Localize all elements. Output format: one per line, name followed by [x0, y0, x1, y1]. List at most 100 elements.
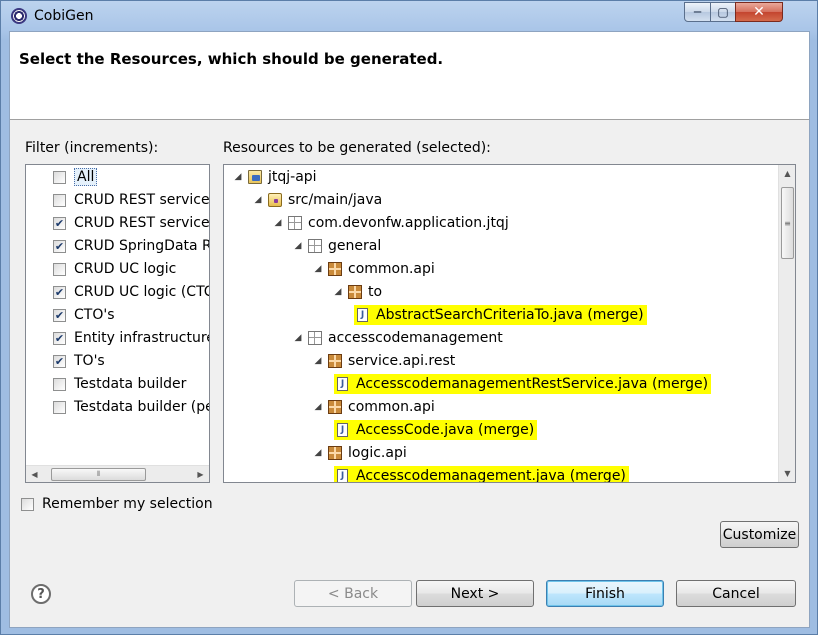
minimize-button[interactable]: ─ — [684, 2, 711, 22]
filter-item[interactable]: ✔ TO's — [53, 350, 105, 372]
filter-item[interactable]: CRUD REST services — [53, 189, 210, 211]
finish-button[interactable]: Finish — [546, 580, 664, 607]
filter-item[interactable]: Testdata builder — [53, 373, 186, 395]
resources-label: Resources to be generated (selected): — [223, 140, 491, 156]
tree-node-label: general — [328, 238, 382, 254]
tree-node[interactable]: J AccessCode.java (merge) — [334, 419, 538, 441]
filter-item[interactable]: Testdata builder (pe — [53, 396, 209, 418]
tree-node[interactable]: ◢ to — [332, 281, 383, 303]
highlighted-resource: J AccessCode.java (merge) — [334, 420, 538, 440]
expand-arrow-icon[interactable]: ◢ — [312, 402, 324, 412]
filter-label: Filter (increments): — [25, 140, 159, 156]
tree-node-label: Accesscodemanagement.java (merge) — [356, 468, 626, 483]
filter-item-label: All — [74, 168, 98, 186]
package-icon — [328, 400, 342, 414]
filter-item[interactable]: ✔ CRUD REST services — [53, 212, 210, 234]
empty-package-icon — [308, 331, 322, 345]
back-button[interactable]: < Back — [294, 580, 412, 607]
filter-item[interactable]: ✔ CRUD UC logic (CTC — [53, 281, 210, 303]
filter-checkbox[interactable]: ✔ — [53, 239, 66, 253]
filter-item[interactable]: ✔ CRUD SpringData R — [53, 235, 210, 257]
tree-node[interactable]: ◢ accesscodemanagement — [292, 327, 503, 349]
highlighted-resource: J AbstractSearchCriteriaTo.java (merge) — [354, 305, 647, 325]
expand-arrow-icon[interactable]: ◢ — [292, 333, 304, 343]
filter-checkbox[interactable] — [53, 377, 66, 391]
expand-arrow-icon[interactable]: ◢ — [312, 356, 324, 366]
scroll-down-icon[interactable]: ▼ — [779, 465, 795, 482]
page-title: Select the Resources, which should be ge… — [19, 50, 444, 68]
expand-arrow-icon[interactable]: ◢ — [312, 264, 324, 274]
package-icon — [328, 262, 342, 276]
scroll-left-icon[interactable]: ◀ — [26, 466, 43, 482]
close-button[interactable]: ✕ — [735, 2, 783, 22]
expand-arrow-icon[interactable]: ◢ — [332, 287, 344, 297]
filter-checkbox[interactable] — [53, 262, 66, 276]
next-button[interactable]: Next > — [416, 580, 534, 607]
tree-node-label: AccesscodemanagementRestService.java (me… — [356, 376, 709, 392]
filter-item-label: CRUD UC logic (CTC — [74, 284, 210, 300]
remember-label: Remember my selection — [42, 496, 213, 512]
tree-node-label: accesscodemanagement — [328, 330, 503, 346]
tree-node[interactable]: ◢ common.api — [312, 396, 435, 418]
maximize-button[interactable]: ▢ — [710, 2, 736, 22]
expand-arrow-icon[interactable]: ◢ — [232, 172, 244, 182]
expand-arrow-icon[interactable]: ◢ — [292, 241, 304, 251]
dialog-body: Select the Resources, which should be ge… — [9, 31, 810, 628]
filter-checkbox[interactable] — [53, 170, 66, 184]
tree-node[interactable]: ◢ jtqj-api — [232, 166, 317, 188]
filter-horizontal-scrollbar[interactable]: ◀ ⦀ ▶ — [26, 465, 209, 482]
tree-node-label: service.api.rest — [348, 353, 456, 369]
filter-item-label: CRUD UC logic — [74, 261, 177, 277]
filter-checkbox[interactable] — [53, 400, 66, 414]
tree-node[interactable]: ◢ src/main/java — [252, 189, 383, 211]
filter-list[interactable]: All CRUD REST services ✔ CRUD REST services… — [25, 164, 210, 483]
highlighted-resource: J AccesscodemanagementRestService.java (m… — [334, 374, 712, 394]
expand-arrow-icon[interactable]: ◢ — [272, 218, 284, 228]
title-bar[interactable]: CobiGen ─ ▢ ✕ — [1, 1, 817, 31]
filter-item-label: TO's — [74, 353, 105, 369]
scrollbar-thumb[interactable]: ≡ — [781, 187, 794, 259]
tree-node[interactable]: J AccesscodemanagementRestService.java (m… — [334, 373, 712, 395]
filter-checkbox[interactable]: ✔ — [53, 354, 66, 368]
tree-node[interactable]: J AbstractSearchCriteriaTo.java (merge) — [354, 304, 647, 326]
scroll-right-icon[interactable]: ▶ — [192, 466, 209, 482]
tree-node-label: src/main/java — [288, 192, 383, 208]
filter-checkbox[interactable]: ✔ — [53, 216, 66, 230]
tree-node[interactable]: ◢ service.api.rest — [312, 350, 456, 372]
help-icon[interactable]: ? — [31, 584, 51, 604]
tree-node[interactable]: J Accesscodemanagement.java (merge) — [334, 465, 629, 483]
resources-tree[interactable]: ◢ jtqj-api ◢ src/main/java ◢ com.devonfw.appl… — [223, 164, 796, 483]
filter-item[interactable]: All — [53, 166, 98, 188]
filter-item-label: CRUD REST services — [74, 192, 210, 208]
filter-checkbox[interactable] — [53, 193, 66, 207]
filter-checkbox[interactable]: ✔ — [53, 308, 66, 322]
cancel-button[interactable]: Cancel — [676, 580, 796, 607]
customize-button[interactable]: Customize — [720, 521, 799, 548]
filter-item-label: CTO's — [74, 307, 115, 323]
filter-item[interactable]: ✔ CTO's — [53, 304, 115, 326]
filter-item[interactable]: ✔ Entity infrastructure — [53, 327, 210, 349]
tree-node-label: logic.api — [348, 445, 407, 461]
filter-item-label: Entity infrastructure — [74, 330, 210, 346]
filter-item-label: CRUD REST services — [74, 215, 210, 231]
filter-checkbox[interactable]: ✔ — [53, 331, 66, 345]
tree-node-label: AbstractSearchCriteriaTo.java (merge) — [376, 307, 644, 323]
expand-arrow-icon[interactable]: ◢ — [252, 195, 264, 205]
cobigen-window: CobiGen ─ ▢ ✕ Select the Resources, whic… — [0, 0, 818, 635]
tree-node[interactable]: ◢ general — [292, 235, 382, 257]
tree-node[interactable]: ◢ logic.api — [312, 442, 407, 464]
filter-item[interactable]: CRUD UC logic — [53, 258, 176, 280]
remember-checkbox[interactable] — [21, 497, 34, 511]
expand-arrow-icon[interactable]: ◢ — [312, 448, 324, 458]
tree-node[interactable]: ◢ common.api — [312, 258, 435, 280]
filter-item-label: CRUD SpringData R — [74, 238, 210, 254]
scrollbar-thumb[interactable]: ⦀ — [51, 468, 146, 481]
tree-node[interactable]: ◢ com.devonfw.application.jtqj — [272, 212, 509, 234]
java-file-icon: J — [337, 423, 348, 437]
maximize-icon: ▢ — [717, 5, 729, 19]
resources-vertical-scrollbar[interactable]: ▲ ≡ ▼ — [778, 165, 795, 482]
eclipse-icon — [11, 8, 27, 24]
scroll-up-icon[interactable]: ▲ — [779, 165, 795, 182]
filter-checkbox[interactable]: ✔ — [53, 285, 66, 299]
remember-selection-option[interactable]: Remember my selection — [21, 493, 213, 515]
